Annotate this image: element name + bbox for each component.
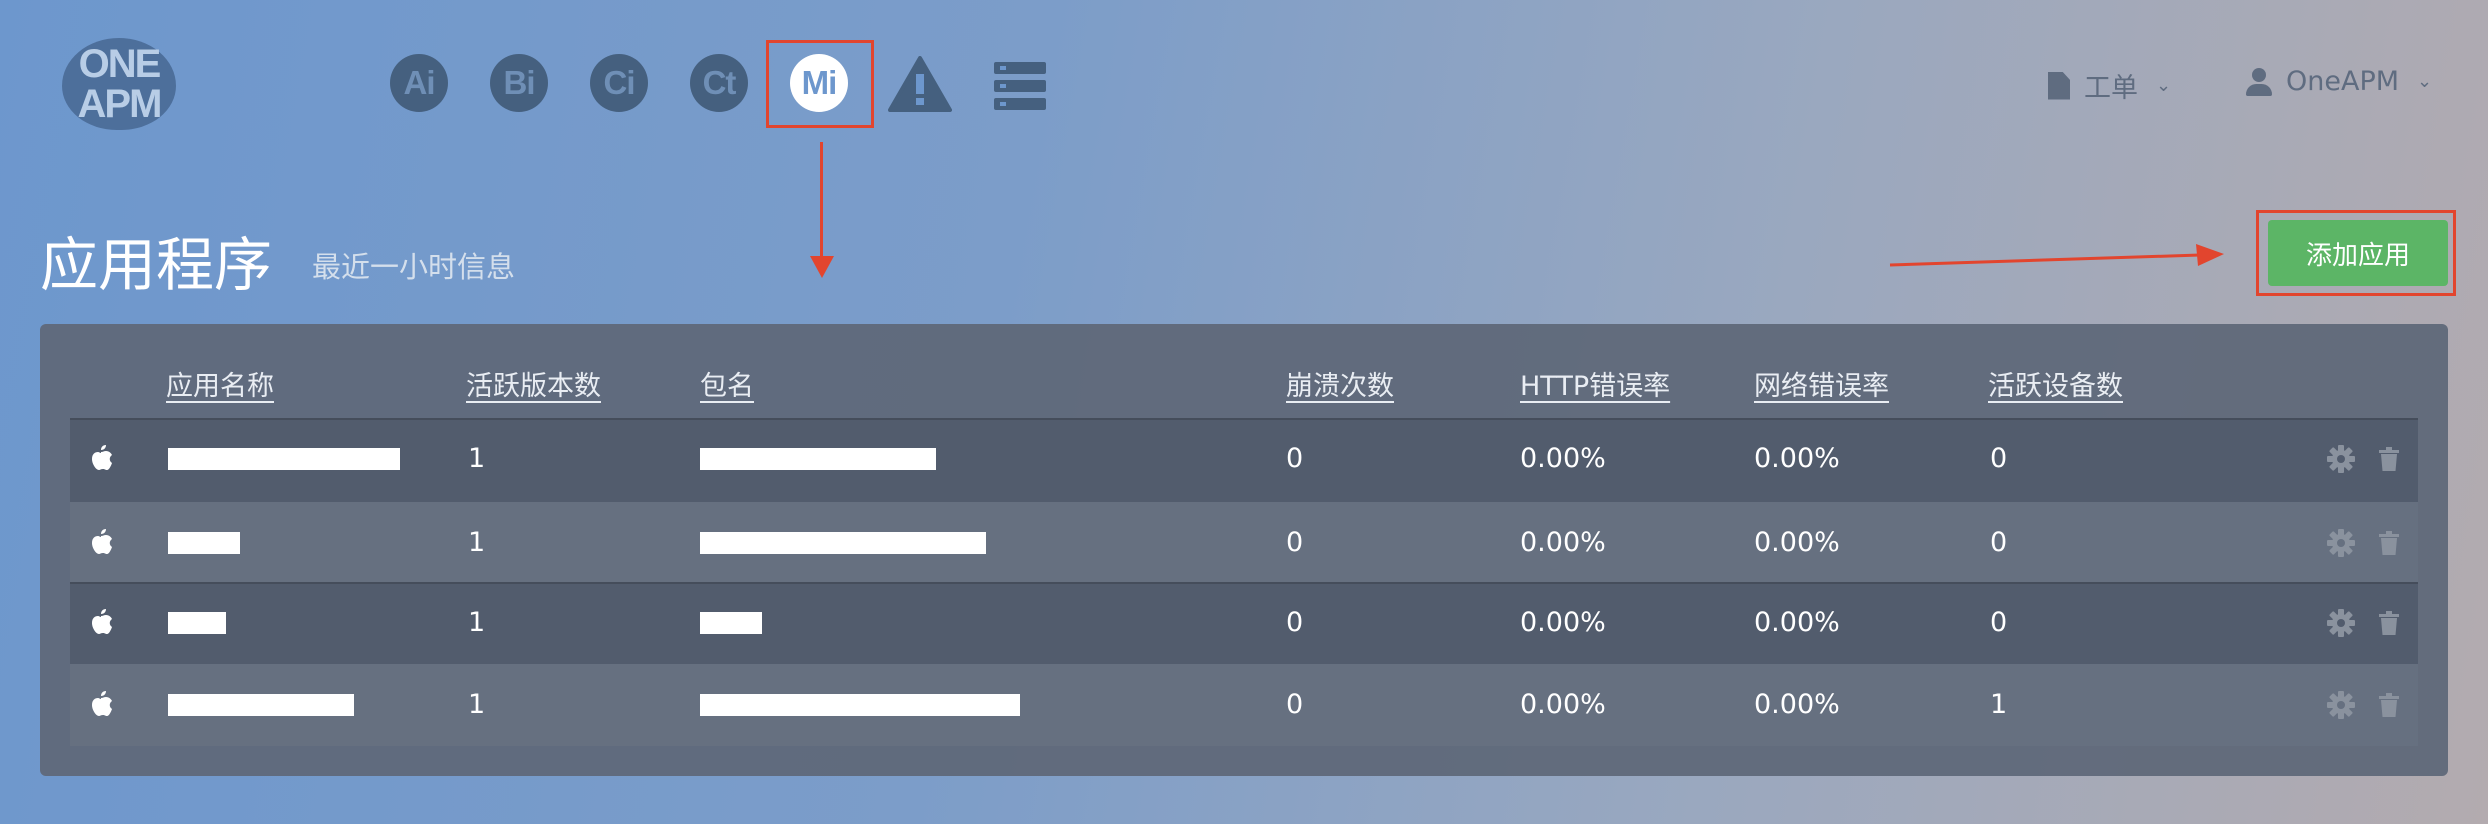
header-crashes[interactable]: 崩溃次数 bbox=[1286, 364, 1394, 403]
http-error-cell: 0.00% bbox=[1520, 527, 1606, 558]
warning-icon[interactable] bbox=[888, 56, 952, 112]
active-versions-cell: 1 bbox=[468, 527, 486, 558]
active-devices-cell: 0 bbox=[1990, 443, 2008, 474]
ci-icon[interactable]: Ci bbox=[590, 54, 648, 112]
table-row[interactable] bbox=[70, 418, 2418, 502]
user-icon bbox=[2246, 67, 2272, 96]
table-row[interactable] bbox=[70, 582, 2418, 666]
user-label: OneAPM bbox=[2286, 66, 2400, 97]
annotation-arrow-down bbox=[820, 142, 823, 260]
http-error-cell: 0.00% bbox=[1520, 607, 1606, 638]
mi-icon[interactable]: Mi bbox=[790, 54, 848, 112]
page-subtitle: 最近一小时信息 bbox=[312, 250, 516, 284]
trash-icon[interactable] bbox=[2378, 446, 2400, 472]
add-app-button[interactable]: 添加应用 bbox=[2268, 220, 2448, 286]
header-active-devices[interactable]: 活跃设备数 bbox=[1988, 364, 2123, 403]
annotation-arrow-right bbox=[1889, 244, 2224, 267]
page-title: 应用程序 bbox=[40, 231, 273, 299]
ticket-label: 工单 bbox=[2084, 73, 2138, 104]
crashes-cell: 0 bbox=[1286, 607, 1304, 638]
http-error-cell: 0.00% bbox=[1520, 443, 1606, 474]
active-devices-cell: 0 bbox=[1990, 607, 2008, 638]
package-name-redacted bbox=[700, 448, 936, 470]
ai-icon[interactable]: Ai bbox=[390, 54, 448, 112]
apple-icon bbox=[88, 527, 114, 563]
network-error-cell: 0.00% bbox=[1754, 527, 1840, 558]
apple-icon bbox=[88, 689, 114, 725]
app-name-redacted[interactable] bbox=[168, 448, 400, 470]
ticket-menu[interactable]: 工单 ⌄ bbox=[2048, 66, 2171, 105]
network-error-cell: 0.00% bbox=[1754, 689, 1840, 720]
crashes-cell: 0 bbox=[1286, 443, 1304, 474]
oneapm-logo[interactable]: ONE APM bbox=[62, 38, 176, 130]
package-name-redacted bbox=[700, 612, 762, 634]
chevron-down-icon: ⌄ bbox=[2417, 71, 2433, 92]
logo-line-2: APM bbox=[77, 82, 163, 126]
network-error-cell: 0.00% bbox=[1754, 607, 1840, 638]
crashes-cell: 0 bbox=[1286, 689, 1304, 720]
app-name-redacted[interactable] bbox=[168, 694, 354, 716]
server-icon[interactable] bbox=[994, 62, 1046, 110]
header-active-versions[interactable]: 活跃版本数 bbox=[466, 364, 601, 403]
header-http-error[interactable]: HTTP错误率 bbox=[1520, 364, 1670, 403]
bi-icon[interactable]: Bi bbox=[490, 54, 548, 112]
gear-icon[interactable] bbox=[2326, 444, 2356, 474]
active-versions-cell: 1 bbox=[468, 443, 486, 474]
trash-icon[interactable] bbox=[2378, 610, 2400, 636]
active-versions-cell: 1 bbox=[468, 607, 486, 638]
trash-icon[interactable] bbox=[2378, 692, 2400, 718]
header-package[interactable]: 包名 bbox=[700, 364, 754, 403]
header-network-error[interactable]: 网络错误率 bbox=[1754, 364, 1889, 403]
http-error-cell: 0.00% bbox=[1520, 689, 1606, 720]
active-devices-cell: 1 bbox=[1990, 689, 2008, 720]
arrow-head-down bbox=[810, 256, 834, 278]
apple-icon bbox=[88, 607, 114, 643]
ct-icon[interactable]: Ct bbox=[690, 54, 748, 112]
active-versions-cell: 1 bbox=[468, 689, 486, 720]
logo-line-1: ONE bbox=[78, 42, 162, 86]
package-name-redacted bbox=[700, 694, 1020, 716]
package-name-redacted bbox=[700, 532, 986, 554]
app-name-redacted[interactable] bbox=[168, 612, 226, 634]
gear-icon[interactable] bbox=[2326, 690, 2356, 720]
crashes-cell: 0 bbox=[1286, 527, 1304, 558]
table-row[interactable] bbox=[70, 664, 2418, 746]
trash-icon[interactable] bbox=[2378, 530, 2400, 556]
active-devices-cell: 0 bbox=[1990, 527, 2008, 558]
table-row[interactable] bbox=[70, 502, 2418, 584]
gear-icon[interactable] bbox=[2326, 608, 2356, 638]
app-name-redacted[interactable] bbox=[168, 532, 240, 554]
network-error-cell: 0.00% bbox=[1754, 443, 1840, 474]
header-app-name[interactable]: 应用名称 bbox=[166, 364, 274, 403]
gear-icon[interactable] bbox=[2326, 528, 2356, 558]
user-menu[interactable]: OneAPM ⌄ bbox=[2246, 66, 2432, 97]
document-icon bbox=[2048, 71, 2070, 100]
chevron-down-icon: ⌄ bbox=[2156, 75, 2172, 96]
apple-icon bbox=[88, 443, 114, 479]
